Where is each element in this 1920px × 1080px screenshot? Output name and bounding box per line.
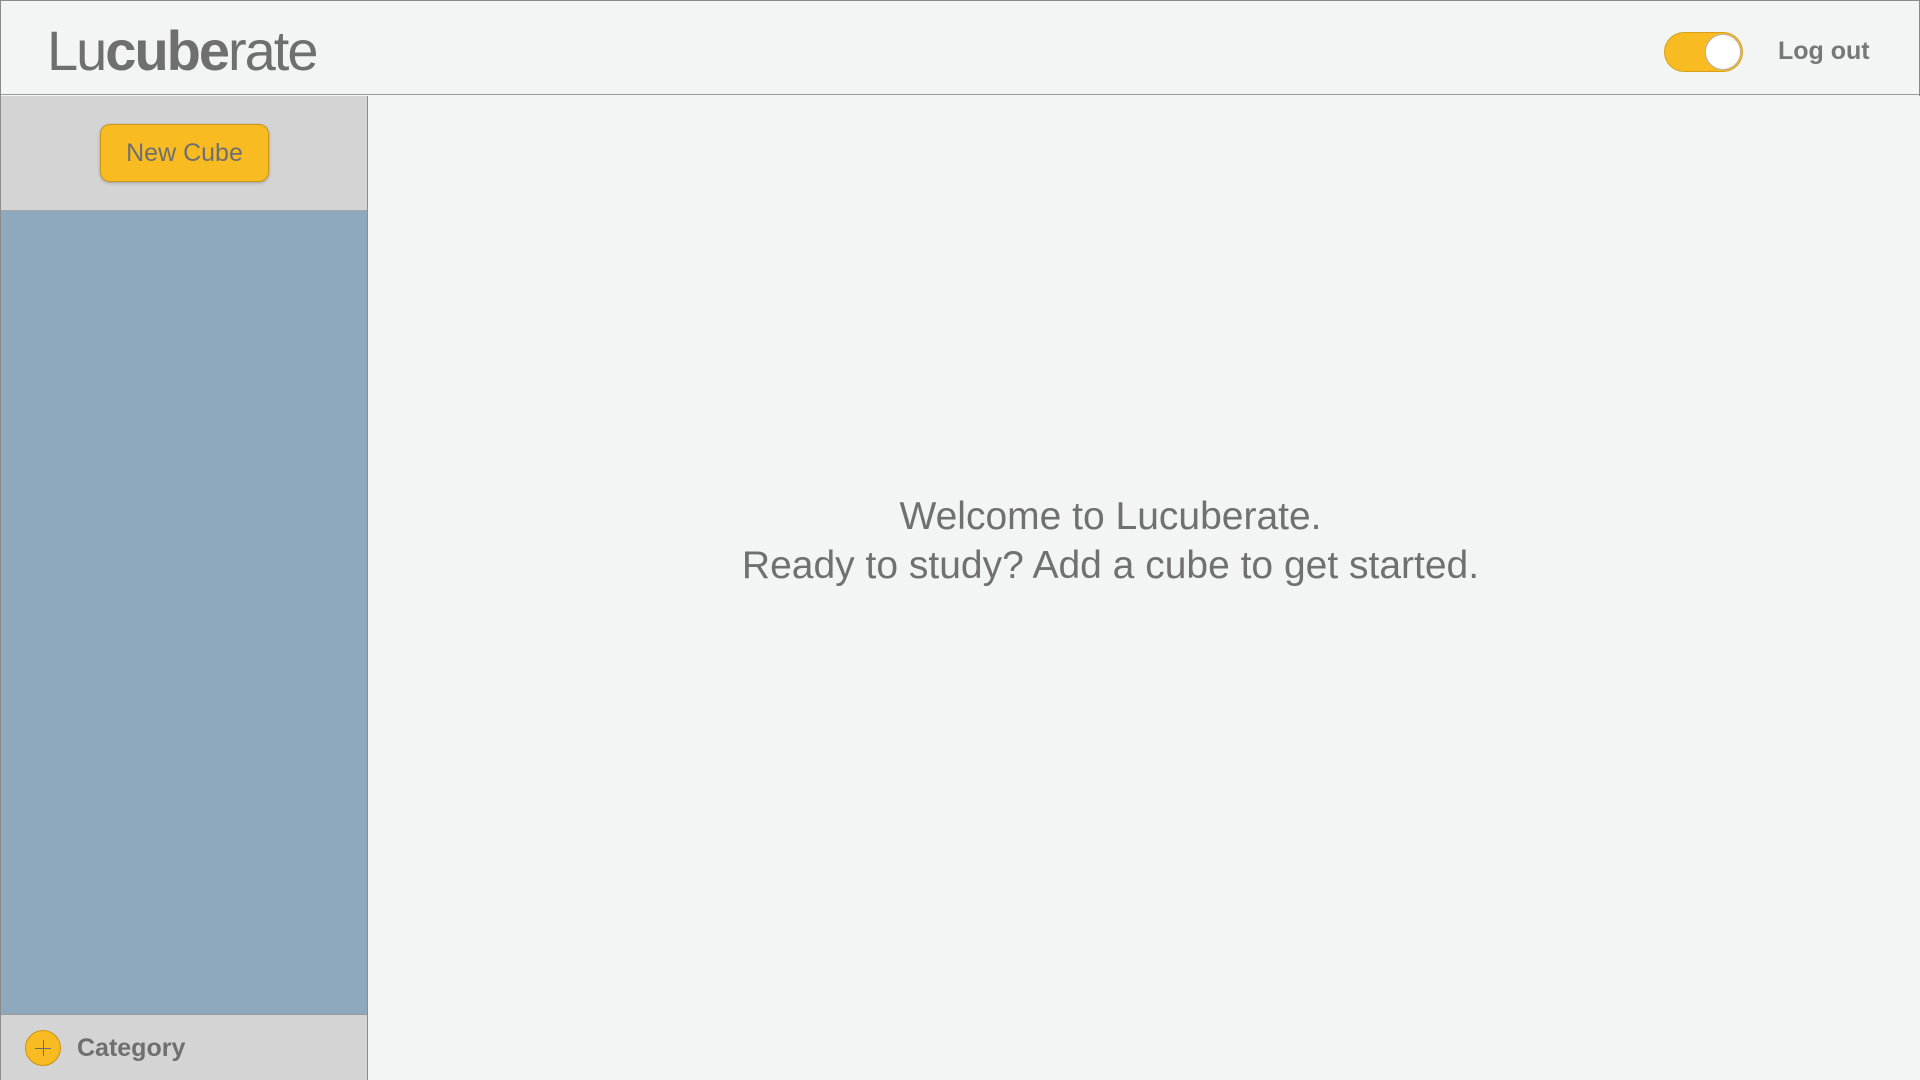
app-logo: Lucuberate xyxy=(47,19,318,83)
new-cube-button[interactable]: New Cube xyxy=(100,124,269,182)
logo-prefix: Lu xyxy=(47,19,107,82)
add-category-label: Category xyxy=(77,1033,186,1062)
sidebar-header: New Cube xyxy=(1,96,367,211)
sidebar: New Cube Category xyxy=(1,96,368,1080)
welcome-line-2: Ready to study? Add a cube to get starte… xyxy=(741,544,1480,587)
logo-bold: cube xyxy=(105,19,230,82)
cube-list xyxy=(1,211,367,1014)
theme-toggle[interactable] xyxy=(1664,32,1743,72)
logout-button[interactable]: Log out xyxy=(1778,37,1870,66)
top-bar: Lucuberate Log out xyxy=(1,1,1919,95)
app-window: Lucuberate Log out New Cube Category Wel… xyxy=(0,0,1920,1080)
logo-suffix: rate xyxy=(228,19,318,82)
main-content: Welcome to Lucuberate. Ready to study? A… xyxy=(368,96,1920,1080)
sidebar-footer: Category xyxy=(1,1014,367,1080)
toggle-knob xyxy=(1705,34,1741,70)
plus-icon xyxy=(25,1030,61,1066)
welcome-message: Welcome to Lucuberate. Ready to study? A… xyxy=(368,492,1853,590)
welcome-line-1: Welcome to Lucuberate. xyxy=(899,495,1322,538)
add-category-button[interactable]: Category xyxy=(25,1029,185,1067)
